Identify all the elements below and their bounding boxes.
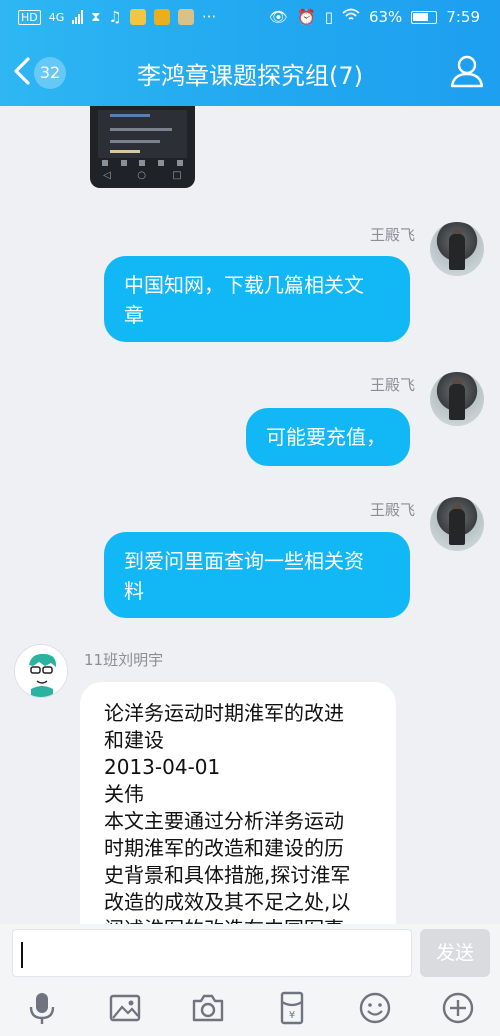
plus-icon[interactable] [440, 990, 476, 1026]
message-text-line: 时期淮军的改造和建设的历 [104, 836, 344, 860]
avatar[interactable] [430, 372, 484, 426]
network-type: 4G [48, 10, 65, 24]
info-app-icon [153, 9, 170, 25]
message-text-line: 料 [124, 579, 144, 603]
input-toolbar: ¥ [0, 980, 500, 1036]
message-text-line: 和建设 [104, 728, 164, 752]
camera-icon[interactable] [190, 990, 226, 1026]
message-bubble[interactable]: 可能要充值， [246, 408, 410, 466]
status-right: 👁 ⏰ ▯ 63% 7:59 [269, 8, 480, 26]
preview-nav-keys: ◁ ○ □ [103, 170, 182, 181]
sender-name: 11班刘明宇 [84, 651, 164, 669]
sender-name: 王殿飞 [370, 501, 416, 519]
status-bar: HD 4G ⧗ ♫ ··· 👁 ⏰ ▯ 63% 7:59 [0, 0, 500, 36]
sender-name: 王殿飞 [370, 376, 416, 394]
avatar[interactable] [14, 644, 68, 698]
message-text-line: 中国知网，下载几篇相关文 [124, 273, 364, 297]
sender-name: 王殿飞 [370, 226, 416, 244]
svg-text:¥: ¥ [288, 1010, 294, 1021]
vibrate-icon: ▯ [324, 8, 333, 26]
message-text-line: 2013-04-01 [104, 755, 221, 779]
text-caret [21, 942, 23, 968]
eye-comfort-icon: 👁 [268, 8, 289, 26]
message-bubble[interactable]: 中国知网，下载几篇相关文 章 [104, 256, 410, 342]
microphone-icon[interactable] [24, 990, 60, 1026]
alarm-icon: ⏰ [297, 8, 316, 26]
message-text-line: 本文主要通过分析洋务运动 [104, 809, 344, 833]
wifi-icon [342, 8, 360, 26]
preview-keys [96, 160, 189, 170]
back-icon[interactable] [10, 56, 36, 86]
group-profile-icon[interactable] [448, 52, 486, 90]
message-text-line: 章 [124, 303, 144, 327]
image-notification-icon [177, 9, 194, 25]
more-notifications-icon: ··· [201, 8, 217, 26]
message-text-line: 史背景和具体措施,探讨淮军 [104, 863, 351, 887]
unread-count-badge[interactable]: 32 [34, 57, 66, 89]
cartoon-avatar-icon [15, 645, 67, 697]
top-bar: HD 4G ⧗ ♫ ··· 👁 ⏰ ▯ 63% 7:59 32 李鸿章课题探究组 [0, 0, 500, 106]
message-text-line: 关伟 [104, 782, 144, 806]
hd-badge: HD [18, 9, 41, 25]
image-icon[interactable] [107, 990, 143, 1026]
message-text-line: 阐述淮军的改造在中国军事 [104, 916, 376, 924]
avatar[interactable] [430, 222, 484, 276]
message-text-line: 论洋务运动时期淮军的改进 [104, 701, 344, 725]
emoji-icon[interactable] [357, 990, 393, 1026]
app-notification-icon [129, 9, 146, 25]
clock: 7:59 [446, 8, 480, 26]
message-bubble[interactable]: 论洋务运动时期淮军的改进 和建设 2013-04-01 关伟 本文主要通过分析洋… [80, 682, 396, 924]
status-left: HD 4G ⧗ ♫ ··· [18, 8, 216, 26]
message-text-line: 改造的成效及其不足之处,以 [104, 890, 351, 914]
hourglass-icon: ⧗ [91, 9, 101, 25]
input-bar: 发送 [0, 924, 500, 980]
chat-title: 李鸿章课题探究组(7) [137, 62, 363, 90]
message-bubble[interactable]: 到爱问里面查询一些相关资 料 [104, 532, 410, 618]
red-packet-icon[interactable]: ¥ [274, 990, 310, 1026]
chat-area[interactable]: ◁ ○ □ 王殿飞 中国知网，下载几篇相关文 章 王殿飞 可能要充值， 王殿飞 到爱… [0, 106, 500, 924]
message-input[interactable] [12, 929, 412, 977]
title-bar: 32 李鸿章课题探究组(7) [0, 36, 500, 106]
music-icon: ♫ [108, 8, 122, 26]
battery-percent: 63% [368, 8, 403, 26]
signal-icon [72, 10, 84, 24]
message-text: 可能要充值， [266, 425, 386, 449]
message-text-line: 到爱问里面查询一些相关资 [124, 549, 364, 573]
image-message-thumbnail[interactable]: ◁ ○ □ [90, 106, 195, 188]
avatar[interactable] [430, 497, 484, 551]
screenshot-preview [98, 110, 187, 158]
battery-icon [411, 10, 438, 24]
send-button[interactable]: 发送 [420, 929, 490, 977]
